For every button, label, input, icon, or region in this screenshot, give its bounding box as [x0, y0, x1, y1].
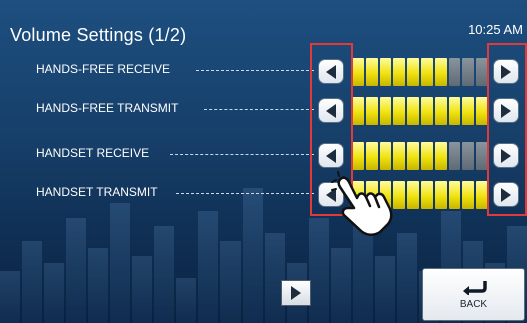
level-segment-off	[476, 58, 488, 86]
setting-row-handset-receive: HANDSET RECEIVE	[0, 136, 527, 176]
level-segment-on	[420, 181, 433, 209]
level-segment-off	[462, 142, 475, 170]
hand-pointer-icon	[331, 171, 393, 236]
level-segment-on	[420, 58, 433, 86]
increase-volume-button[interactable]	[493, 143, 519, 168]
right-triangle-icon	[501, 103, 511, 118]
increase-volume-button[interactable]	[493, 98, 519, 123]
level-segment-on	[379, 58, 392, 86]
level-segment-on	[379, 97, 392, 125]
increase-volume-button[interactable]	[493, 182, 519, 207]
level-segment-on	[365, 142, 378, 170]
volume-settings-screen: Volume Settings (1/2) 10:25 AM HANDS-FRE…	[0, 0, 527, 323]
level-segment-on	[462, 181, 475, 209]
left-triangle-icon	[326, 148, 336, 163]
setting-label: HANDSET RECEIVE	[36, 146, 150, 160]
decrease-volume-button[interactable]	[318, 143, 344, 168]
clock-time: 10:25 AM	[468, 22, 523, 37]
level-segment-on	[393, 58, 406, 86]
setting-label: HANDS-FREE RECEIVE	[36, 62, 171, 76]
level-segment-off	[462, 58, 475, 86]
level-segment-on	[365, 97, 378, 125]
level-segment-off	[476, 142, 488, 170]
level-segment-on	[393, 142, 406, 170]
level-segment-on	[407, 142, 419, 170]
level-segment-on	[420, 97, 433, 125]
page-title: Volume Settings (1/2)	[10, 25, 187, 45]
setting-label: HANDSET TRANSMIT	[36, 185, 158, 199]
level-segment-on	[379, 142, 392, 170]
level-segment-on	[352, 142, 364, 170]
setting-row-handset-transmit: HANDSET TRANSMIT	[0, 175, 527, 215]
right-triangle-icon	[501, 187, 511, 202]
level-segment-on	[476, 181, 488, 209]
right-triangle-icon	[291, 286, 301, 300]
level-segment-off	[448, 58, 461, 86]
return-arrow-icon	[462, 281, 487, 295]
leader-line	[170, 154, 314, 155]
level-segment-on	[434, 58, 447, 86]
back-label: BACK	[459, 299, 488, 310]
leader-line	[196, 70, 314, 71]
level-segment-on	[407, 97, 419, 125]
right-triangle-icon	[501, 64, 511, 79]
setting-row-hands-free-receive: HANDS-FREE RECEIVE	[0, 52, 527, 92]
decrease-volume-button[interactable]	[318, 98, 344, 123]
level-segment-on	[393, 97, 406, 125]
volume-level-meter	[352, 142, 488, 170]
level-segment-on	[352, 58, 364, 86]
level-segment-on	[420, 142, 433, 170]
level-segment-on	[407, 181, 419, 209]
back-button[interactable]: BACK	[422, 268, 525, 321]
right-triangle-icon	[501, 148, 511, 163]
next-page-button[interactable]	[281, 280, 311, 306]
decrease-volume-button[interactable]	[318, 59, 344, 84]
volume-level-meter	[352, 58, 488, 86]
setting-row-hands-free-transmit: HANDS-FREE TRANSMIT	[0, 91, 527, 131]
level-segment-on	[434, 181, 447, 209]
leader-line	[176, 193, 314, 194]
volume-level-meter	[352, 97, 488, 125]
setting-label: HANDS-FREE TRANSMIT	[36, 101, 179, 115]
level-segment-on	[448, 97, 461, 125]
level-segment-on	[448, 181, 461, 209]
left-triangle-icon	[326, 64, 336, 79]
level-segment-on	[365, 58, 378, 86]
level-segment-on	[407, 58, 419, 86]
level-segment-off	[448, 142, 461, 170]
left-triangle-icon	[326, 103, 336, 118]
level-segment-on	[476, 97, 488, 125]
increase-volume-button[interactable]	[493, 59, 519, 84]
level-segment-on	[462, 97, 475, 125]
leader-line	[204, 109, 314, 110]
level-segment-on	[434, 97, 447, 125]
level-segment-on	[434, 142, 447, 170]
level-segment-on	[352, 97, 364, 125]
